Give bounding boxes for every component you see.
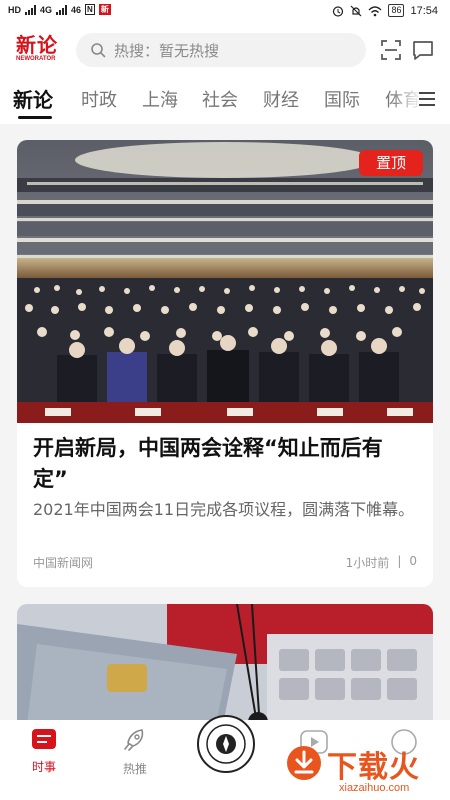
comment-count: 0	[409, 554, 417, 568]
status-bar: HD 4G 46 N 新 86 17:54	[0, 0, 450, 26]
news-title[interactable]: 开启新局，中国两会诠释“知止而后有定”	[33, 433, 417, 495]
watermark: 下载火 xiazaihuo.com	[285, 740, 450, 800]
message-icon[interactable]	[412, 39, 434, 61]
search-bar[interactable]: 热搜：暂无热搜	[76, 33, 366, 67]
rocket-icon	[124, 729, 144, 751]
signal-icon	[25, 4, 36, 15]
tab-shanghai[interactable]: 上海	[142, 86, 178, 112]
assembly-hall-illustration	[17, 140, 433, 423]
alarm-icon	[333, 5, 344, 17]
logo-text: 新论	[16, 33, 58, 57]
clock: 17:54	[410, 4, 438, 17]
watermark-url: xiazaihuo.com	[339, 782, 410, 794]
app-notification-icon: 新	[98, 4, 111, 15]
search-icon	[91, 43, 106, 58]
news-meta: 1小时前 | 0	[346, 554, 417, 571]
news-summary: 2021年中国两会11日完成各项议程，圆满落下帷幕。	[33, 500, 415, 519]
battery-indicator: 86	[388, 4, 405, 17]
hd-indicator: HD	[8, 4, 21, 15]
status-right: 86 17:54	[332, 4, 438, 17]
signal-indicators: HD 4G 46 N 新	[8, 4, 111, 15]
meta-separator: |	[397, 554, 402, 568]
tab-international[interactable]: 国际	[324, 86, 360, 112]
news-source: 中国新闻网	[33, 556, 94, 570]
pinned-badge: 置顶	[359, 150, 423, 176]
nav-news[interactable]: 时事	[14, 728, 74, 775]
network-indicator: 46	[71, 4, 82, 15]
wifi-icon	[368, 5, 382, 16]
watermark-text: 下载火	[327, 750, 420, 785]
network-indicator: 4G	[40, 4, 53, 15]
stamp-logo-icon	[197, 715, 255, 773]
tab-finance[interactable]: 财经	[263, 86, 299, 112]
tab-society[interactable]: 社会	[202, 86, 238, 112]
tab-politics[interactable]: 时政	[81, 86, 117, 112]
news-time: 1小时前	[345, 556, 390, 570]
featured-news-card[interactable]: 置顶 开启新局，中国两会诠释“知止而后有定” 2021年中国两会11日完成各项议…	[17, 140, 433, 587]
menu-icon[interactable]	[418, 91, 436, 107]
mute-icon	[351, 5, 362, 16]
signal-icon	[56, 4, 68, 15]
bottom-navigation: 时事 热推 下载火 xiazaihuo.com	[0, 715, 450, 800]
nav-news-label: 时事	[31, 760, 56, 774]
search-placeholder: 热搜：暂无热搜	[114, 41, 220, 60]
nav-trending-label: 热推	[122, 762, 147, 776]
active-tab-indicator	[18, 116, 52, 119]
app-header: 新论 NEWORATOR 热搜：暂无热搜	[0, 26, 450, 74]
tab-xinlun[interactable]: 新论	[13, 84, 53, 113]
nav-trending[interactable]: 热推	[105, 728, 165, 777]
scan-icon[interactable]	[380, 39, 402, 61]
download-fire-icon	[287, 746, 321, 780]
news-photo: 置顶	[17, 140, 433, 423]
category-tabs: 新论 时政 上海 社会 财经 国际 体育	[0, 74, 450, 124]
nfc-icon: N	[85, 4, 95, 15]
news-icon	[32, 729, 56, 749]
app-logo[interactable]: 新论 NEWORATOR	[16, 34, 64, 62]
